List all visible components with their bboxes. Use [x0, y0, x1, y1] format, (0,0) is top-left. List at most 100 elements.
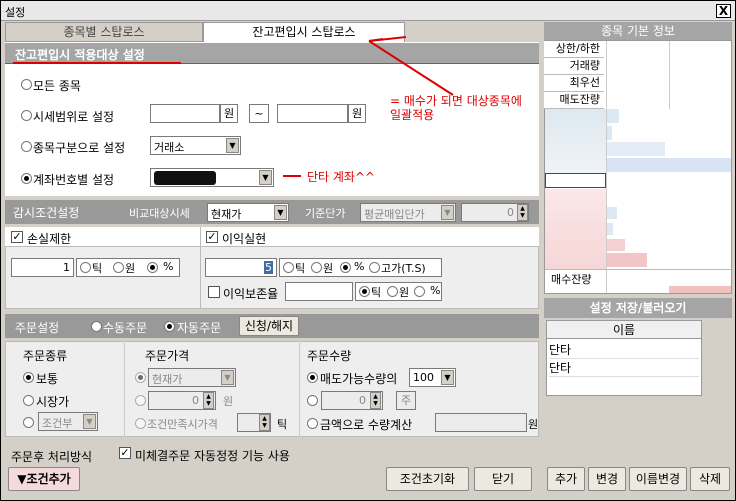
loss-radio-pct[interactable] [147, 262, 158, 273]
order-divider-2 [299, 341, 300, 437]
preserve-input[interactable] [285, 282, 353, 301]
loss-limit-checkbox[interactable]: ✓ [11, 231, 23, 243]
auto-correct-label: 미체결주문 자동정정 기능 사용 [135, 449, 290, 463]
order-title: 주문설정 [15, 321, 60, 335]
add-condition-button[interactable]: ▼조건추가 [8, 467, 80, 491]
cond-price-label: 조건만족시가격 [147, 418, 218, 431]
current-price-cell[interactable] [545, 173, 606, 188]
order-type-title: 주문종류 [23, 349, 68, 363]
order-type-radio-cond[interactable] [23, 417, 34, 428]
annotation-arrow [368, 36, 454, 96]
info-col-divider-2 [669, 41, 670, 109]
spin-icon[interactable]: ▲ ▼ [259, 414, 270, 431]
qty-radio-amount[interactable] [307, 418, 318, 429]
ask-bg [545, 109, 606, 173]
tab-item-stoploss[interactable]: 종목별 스탑로스 [5, 22, 203, 42]
bid-bar [607, 207, 617, 219]
profit-radio-pct[interactable] [340, 262, 351, 273]
reset-conditions-button[interactable]: 조건초기화 [386, 467, 469, 491]
chevron-down-icon: ▼ [441, 205, 454, 220]
order-radio-auto[interactable] [164, 321, 175, 332]
price-min-input[interactable] [150, 104, 220, 123]
price-select[interactable]: 현재가 ▼ [148, 368, 236, 387]
chevron-down-icon: ▼ [274, 205, 287, 220]
preserve-radio-tick[interactable] [359, 286, 370, 297]
window-title: 설정 [5, 6, 26, 19]
price-number-value: 0 [192, 394, 199, 407]
chevron-down-icon: ▼ [259, 170, 272, 185]
preserve-pct-label: % [430, 284, 441, 297]
loss-radio-tick[interactable] [80, 262, 91, 273]
saved-list-item[interactable]: 단타 [549, 341, 699, 359]
rename-button[interactable]: 이름변경 [629, 467, 687, 491]
cond-type-select[interactable]: 조건부 ▼ [38, 412, 98, 431]
change-button[interactable]: 변경 [588, 467, 626, 491]
loss-profit-divider [200, 227, 201, 309]
saved-list-item[interactable]: 단타 [549, 359, 699, 377]
close-button[interactable]: 닫기 [474, 467, 532, 491]
radio-all-stocks[interactable] [21, 79, 32, 90]
order-type-radio-normal[interactable] [23, 372, 34, 383]
bid-total-label: 매수잔량 [551, 273, 592, 286]
spin-icon[interactable]: ▲ ▼ [203, 392, 214, 409]
price-radio-manual[interactable] [135, 395, 146, 406]
qty-pct-select[interactable]: 100 ▼ [409, 368, 456, 387]
profit-checkbox[interactable]: ✓ [206, 231, 218, 243]
preserve-tick-label: 틱 [371, 286, 382, 299]
price-radio-cond[interactable] [135, 418, 146, 429]
ask-bar [607, 158, 731, 172]
compare-label: 비교대상시세 [129, 207, 190, 220]
order-type-radio-market[interactable] [23, 395, 34, 406]
profit-value-input[interactable]: 5 [205, 258, 277, 277]
save-load-title: 설정 저장/불러오기 [589, 301, 687, 315]
preserve-checkbox[interactable] [208, 286, 220, 298]
price-radio-current[interactable] [135, 372, 146, 383]
account-select[interactable]: ▼ [150, 168, 274, 187]
loss-value-input[interactable]: 1 [11, 258, 74, 277]
cond-type-value: 조건부 [42, 417, 73, 430]
ask-bar [607, 142, 665, 156]
watch-title: 감시조건설정 [13, 206, 80, 220]
price-won-label: 원 [223, 395, 234, 408]
loss-limit-label: 손실제한 [27, 232, 72, 246]
bid-bg [545, 189, 606, 269]
price-max-input[interactable] [277, 104, 348, 123]
radio-category[interactable] [21, 141, 32, 152]
close-window-button[interactable]: X [716, 4, 731, 18]
spin-icon[interactable]: ▲ ▼ [370, 392, 381, 409]
price-range-label: 시세범위로 설정 [33, 110, 115, 124]
qty-amount-input[interactable] [435, 413, 527, 432]
annotation-danta-box: 단타 계좌^^ [304, 167, 476, 185]
bid-total-bar [669, 286, 731, 293]
qty-radio-shares[interactable] [307, 395, 318, 406]
chevron-down-icon: ▼ [226, 138, 239, 153]
ask-bar [607, 109, 619, 123]
qty-shares-value: 0 [359, 394, 366, 407]
spin-icon[interactable]: ▲ ▼ [517, 204, 528, 221]
profit-radio-won[interactable] [311, 262, 322, 273]
qty-radio-max[interactable] [307, 372, 318, 383]
won-unit-1: 원 [220, 104, 238, 123]
loss-radio-won[interactable] [113, 262, 124, 273]
base-price-select[interactable]: 평균매입단가 ▼ [360, 203, 456, 222]
add-button[interactable]: 추가 [547, 467, 585, 491]
apply-cancel-button[interactable]: 신청/해지 [239, 316, 299, 336]
won-unit-2: 원 [348, 104, 366, 123]
radio-price-range[interactable] [21, 110, 32, 121]
compare-select[interactable]: 현재가 ▼ [207, 203, 289, 222]
bid-bar [607, 253, 647, 267]
profit-radio-high[interactable] [369, 262, 380, 273]
qty-amount-label: 금액으로 수량계산 [320, 418, 413, 432]
order-radio-manual[interactable] [91, 321, 102, 332]
info-row-label: 매도잔량 [544, 92, 604, 109]
preserve-radio-pct[interactable] [414, 286, 425, 297]
auto-correct-checkbox[interactable]: ✓ [119, 447, 131, 459]
category-select[interactable]: 거래소 ▼ [150, 136, 241, 155]
profit-radio-tick[interactable] [283, 262, 294, 273]
delete-button[interactable]: 삭제 [690, 467, 730, 491]
preserve-radio-won[interactable] [387, 286, 398, 297]
radio-account[interactable] [21, 173, 32, 184]
loss-value: 1 [63, 261, 70, 274]
loss-profit-header [5, 227, 539, 247]
order-price-title: 주문가격 [145, 349, 190, 363]
